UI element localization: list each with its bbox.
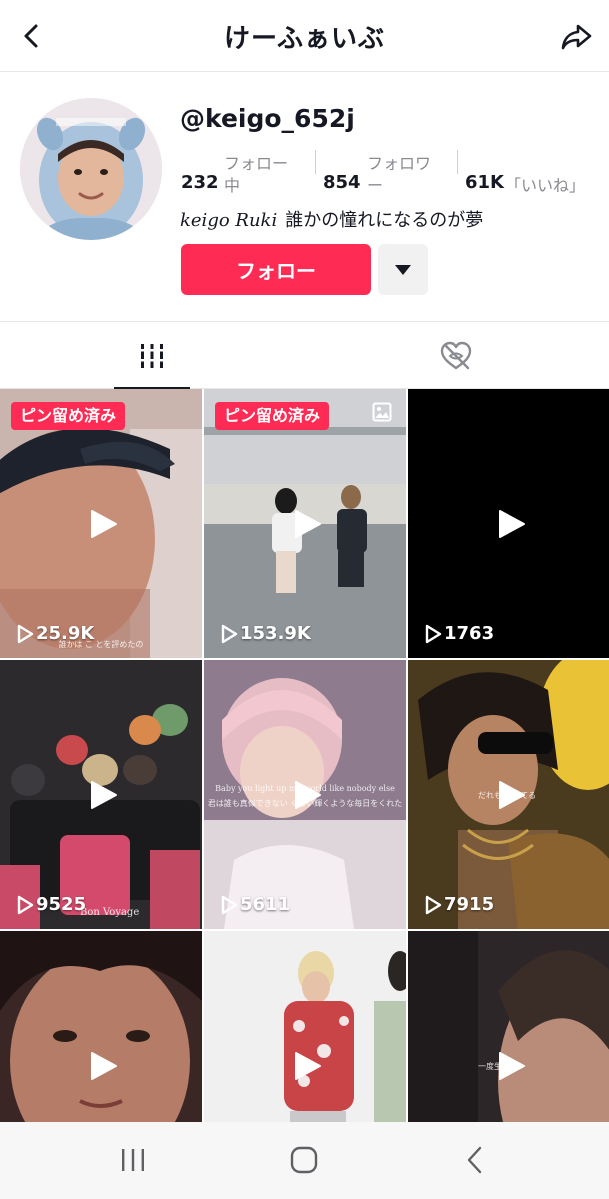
following-stat[interactable]: フォロー 232 中 [181,148,311,198]
video-grid: ピン留め済み 誰かは こ とを評めたの 25.9K ピン留め済み 153.9K … [0,389,609,1122]
avatar-image [20,98,162,240]
stat-divider [457,150,458,174]
video-tile[interactable]: 一度生 たら [408,931,609,1122]
play-icon [295,509,321,538]
photo-icon [372,402,392,422]
play-outline-icon [221,895,238,914]
bio: keigo Ruki 誰かの憧れになるのが夢 [180,206,483,232]
video-tile[interactable]: Bon Voyage 9525 [0,660,202,929]
stat-label: フォロワ [367,154,432,173]
caret-down-icon [395,264,411,275]
play-outline-icon [425,624,442,643]
pinned-badge: ピン留め済み [215,402,330,430]
view-count-value: 5611 [240,894,291,915]
video-thumbnail [0,931,202,1122]
play-outline-icon [17,895,34,914]
play-icon [295,780,321,809]
stat-value: 854 [323,172,361,193]
video-tile[interactable]: 1763 [408,389,609,658]
recent-apps-button[interactable] [108,1142,158,1178]
stat-suffix: 中 [224,176,241,195]
video-thumbnail [408,931,609,1122]
video-tile[interactable]: ピン留め済み 誰かは こ とを評めたの 25.9K [0,389,202,658]
play-outline-icon [425,895,442,914]
video-tile[interactable] [0,931,202,1122]
view-count: 9525 [16,894,86,915]
stat-suffix: 「いいね」 [505,176,586,195]
share-arrow-icon [561,24,592,50]
top-bar: けーふぁいぶ [0,0,609,72]
likes-stat[interactable]: 61K 「いいね」 [465,148,605,198]
follow-button[interactable]: フォロー [181,244,371,295]
stat-value: 61K [465,172,504,193]
system-nav-bar [0,1122,609,1199]
view-count: 153.9K [220,623,311,644]
stat-value: 232 [181,172,219,193]
play-outline-icon [17,624,34,643]
view-count: 5611 [220,894,290,915]
heart-hidden-icon [440,341,472,369]
video-tile[interactable]: だれもが ってる 7915 [408,660,609,929]
view-count-value: 1763 [444,623,495,644]
stat-divider [315,150,316,174]
recent-apps-icon [122,1149,144,1171]
tab-videos[interactable] [0,322,304,389]
tab-liked[interactable] [304,322,608,389]
profile-tabs [0,321,609,390]
view-count: 25.9K [16,623,94,644]
video-tile[interactable]: Baby you light up my world like nobody e… [204,660,406,929]
view-count-value: 25.9K [36,623,95,644]
view-count-value: 7915 [444,894,495,915]
play-icon [499,509,525,538]
play-icon [91,509,117,538]
home-button[interactable] [279,1142,329,1178]
followers-stat[interactable]: フォロワ 854 ー [323,148,453,198]
page-title: けーふぁいぶ [224,24,385,54]
play-icon [499,1051,525,1080]
play-outline-icon [221,624,238,643]
video-tile[interactable]: ピン留め済み 153.9K [204,389,406,658]
video-tile[interactable] [204,931,406,1122]
avatar[interactable] [20,98,162,240]
bio-text: 誰かの憧れになるのが夢 [285,210,484,231]
stat-suffix: ー [367,176,384,195]
view-count: 1763 [424,623,494,644]
home-circle-icon [290,1146,318,1174]
username: @keigo_652j [180,104,355,133]
share-button[interactable] [559,18,595,54]
nav-back-button[interactable] [450,1142,500,1178]
video-caption: Bon Voyage [80,907,140,918]
play-icon [499,780,525,809]
pinned-badge: ピン留め済み [11,402,126,430]
bio-signature: keigo Ruki [180,210,278,231]
play-icon [295,1051,321,1080]
view-count-value: 153.9K [240,623,311,644]
video-thumbnail [204,931,406,1122]
nav-back-icon [467,1146,482,1174]
view-count-value: 9525 [36,894,87,915]
stat-label: フォロー [224,154,289,173]
view-count: 7915 [424,894,494,915]
grid-bars-icon [139,343,165,368]
suggested-accounts-button[interactable] [378,244,428,295]
play-icon [91,1051,117,1080]
play-icon [91,780,117,809]
